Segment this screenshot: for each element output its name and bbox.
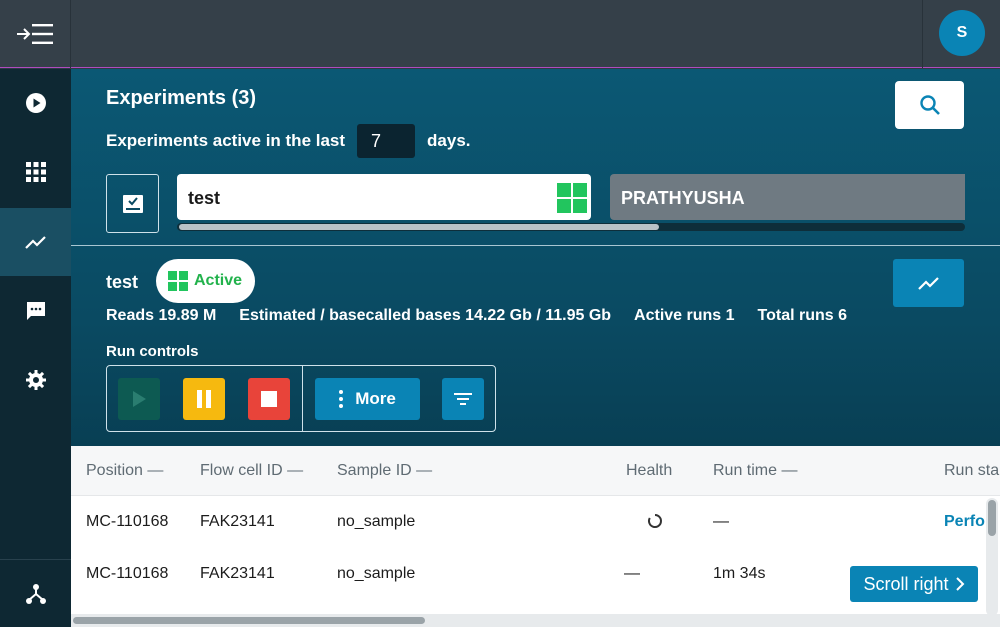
select-experiments-button[interactable] (106, 174, 159, 233)
scrollbar-thumb[interactable] (73, 617, 425, 624)
menu-toggle-button[interactable] (0, 0, 71, 68)
cell-position: MC-110168 (86, 513, 169, 530)
sidebar-item-apps[interactable] (0, 138, 71, 206)
search-button[interactable] (895, 81, 964, 129)
sidebar-item-experiments[interactable] (0, 208, 71, 276)
divider (71, 245, 1000, 246)
page-title: Experiments (3) (106, 87, 257, 109)
run-controls-divider (302, 366, 303, 431)
trending-chart-icon (917, 277, 939, 290)
more-button[interactable]: More (315, 378, 420, 420)
sidebar-item-network[interactable] (0, 559, 71, 627)
stop-button[interactable] (248, 378, 290, 420)
cell-run-time: — (713, 513, 729, 530)
flowcell-grid-icon (557, 183, 587, 213)
trending-chart-icon (24, 236, 46, 249)
status-label: Active (194, 272, 243, 289)
run-controls-label: Run controls (106, 343, 199, 360)
cell-sample: no_sample (337, 565, 416, 582)
stop-icon (261, 391, 277, 407)
active-filter-suffix: days. (427, 131, 471, 150)
column-header-health: Health (626, 462, 673, 479)
table-header: Position — Flow cell ID — Sample ID — He… (71, 446, 1000, 496)
total-runs-stat: Total runs 6 (757, 307, 848, 324)
bases-stat: Estimated / basecalled bases 14.22 Gb / … (239, 307, 612, 324)
cell-run-time: 1m 34s (713, 565, 766, 582)
view-chart-button[interactable] (893, 259, 964, 307)
experiment-stats: Reads 19.89 M Estimated / basecalled bas… (106, 307, 847, 325)
message-icon (26, 302, 45, 320)
column-header-run-state[interactable]: Run sta (944, 462, 999, 480)
table-vertical-scrollbar[interactable] (986, 498, 998, 616)
experiment-card-prathyusha[interactable]: PRATHYUSHA (610, 174, 965, 220)
flowcell-grid-icon (168, 271, 188, 291)
days-input[interactable]: 7 (357, 124, 416, 158)
search-icon (919, 95, 940, 115)
active-filter-row: Experiments active in the last 7 days. (106, 124, 471, 158)
more-vertical-icon (339, 390, 344, 408)
avatar[interactable]: S (939, 10, 985, 56)
cell-flow-cell: FAK23141 (200, 513, 275, 530)
active-runs-stat: Active runs 1 (634, 307, 735, 324)
cell-sample: no_sample (337, 513, 416, 530)
play-circle-icon (25, 93, 46, 113)
experiment-card-name: PRATHYUSHA (621, 188, 745, 208)
menu-icon (17, 24, 53, 44)
column-header-flow-cell[interactable]: Flow cell ID — (200, 462, 303, 480)
scrollbar-thumb[interactable] (179, 224, 659, 230)
gear-icon (25, 370, 46, 390)
network-icon (25, 583, 46, 604)
filter-icon (454, 393, 472, 405)
filter-button[interactable] (442, 378, 484, 420)
pause-icon (197, 390, 211, 408)
cell-flow-cell: FAK23141 (200, 565, 275, 582)
column-header-run-time[interactable]: Run time — (713, 462, 797, 480)
scroll-right-label: Scroll right (863, 573, 949, 594)
checklist-icon (122, 194, 143, 213)
experiments-panel: Experiments (3) Experiments active in th… (71, 69, 1000, 627)
loading-spinner-icon (648, 514, 662, 528)
sidebar-item-start[interactable] (0, 69, 71, 137)
start-button[interactable] (118, 378, 160, 420)
play-icon (133, 391, 146, 407)
sidebar-item-messages[interactable] (0, 277, 71, 345)
column-header-position[interactable]: Position — (86, 462, 163, 480)
table-horizontal-scrollbar[interactable] (71, 614, 1000, 627)
top-bar: S (0, 0, 1000, 68)
sidebar-item-settings[interactable] (0, 346, 71, 414)
scroll-right-button[interactable]: Scroll right (850, 566, 978, 602)
sidebar (0, 69, 71, 627)
more-label: More (355, 389, 396, 408)
runs-table: Position — Flow cell ID — Sample ID — He… (71, 446, 1000, 627)
active-filter-prefix: Experiments active in the last (106, 131, 346, 150)
pause-button[interactable] (183, 378, 225, 420)
apps-grid-icon (25, 162, 46, 182)
experiment-name: test (106, 272, 139, 292)
scrollbar-thumb[interactable] (988, 500, 996, 536)
column-header-sample[interactable]: Sample ID — (337, 462, 432, 480)
reads-stat: Reads 19.89 M (106, 307, 217, 324)
topbar-divider (922, 0, 923, 68)
cards-scrollbar[interactable] (177, 223, 965, 231)
cell-position: MC-110168 (86, 565, 169, 582)
chevron-right-icon (955, 577, 964, 591)
cell-health: — (624, 565, 640, 582)
run-controls: More (106, 365, 496, 432)
cell-run-state[interactable]: Perfo (944, 513, 985, 531)
experiment-card-name: test (188, 188, 221, 208)
experiment-card-test[interactable]: test (177, 174, 591, 220)
status-badge: Active (156, 259, 255, 303)
